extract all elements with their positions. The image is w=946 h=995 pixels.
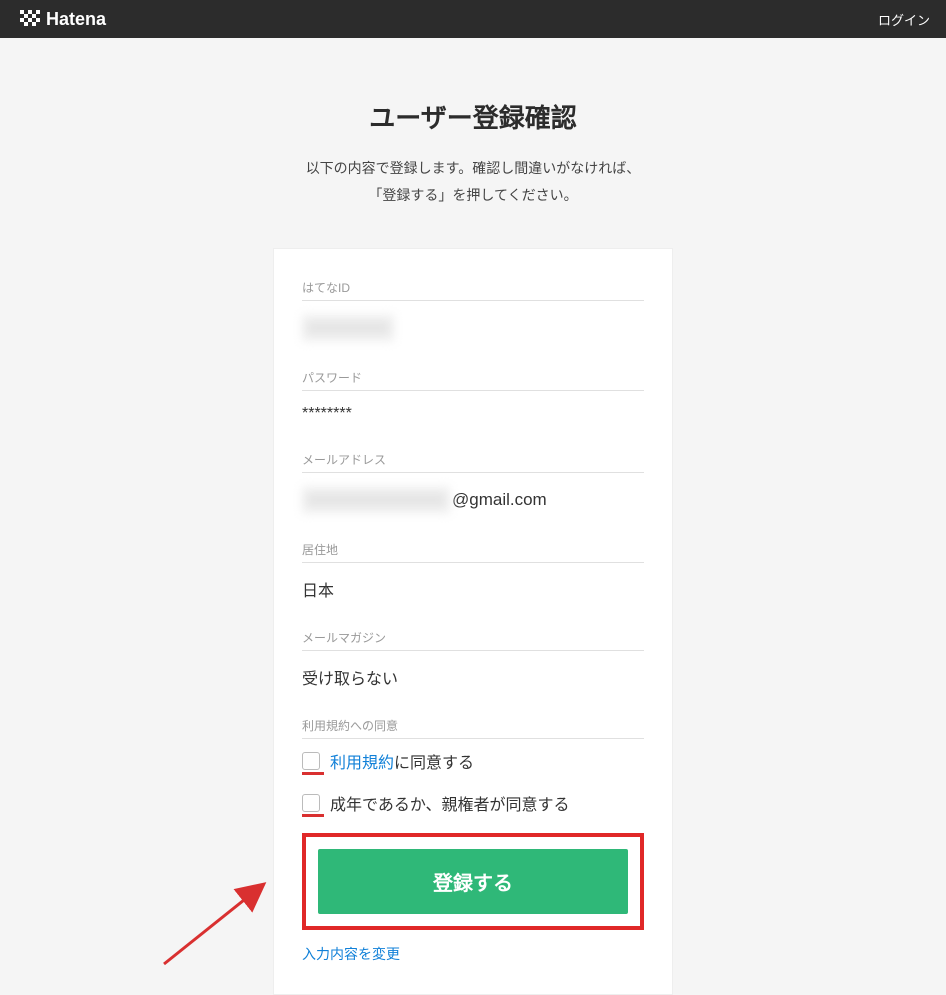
brand-logo[interactable]: Hatena [20,9,106,30]
brand-name: Hatena [46,9,106,30]
login-link[interactable]: ログイン [878,10,930,29]
field-email: メールアドレス xxxxxxxxxxxxxxxxx @gmail.com [302,451,644,517]
terms-checkbox[interactable] [302,752,320,770]
field-label: はてなID [302,279,644,301]
adult-checkbox[interactable] [302,794,320,812]
adult-consent-text: 成年であるか、親権者が同意する [330,791,570,815]
hatena-logo-icon [20,10,40,28]
app-header: Hatena ログイン [0,0,946,38]
field-label: 利用規約への同意 [302,717,644,739]
field-newsletter: メールマガジン 受け取らない [302,629,644,693]
consent-row-adult: 成年であるか、親権者が同意する [302,791,644,815]
edit-link[interactable]: 入力内容を変更 [302,946,400,962]
field-value-password: ******** [302,401,644,427]
subtitle-line-1: 以下の内容で登録します。確認し間違いがなければ、 [0,155,946,182]
terms-link[interactable]: 利用規約 [330,755,394,772]
field-label: 居住地 [302,541,644,563]
field-consent: 利用規約への同意 利用規約に同意する 成年であるか、親権者が同意する [302,717,644,815]
redacted-value: xxxxxxxxxxxxxxxxx [302,487,450,513]
page-content: ユーザー登録確認 以下の内容で登録します。確認し間違いがなければ、 「登録する」… [0,38,946,995]
field-value-email: xxxxxxxxxxxxxxxxx @gmail.com [302,483,644,517]
field-label: メールマガジン [302,629,644,651]
subtitle-line-2: 「登録する」を押してください。 [0,182,946,209]
terms-suffix: に同意する [394,755,474,772]
field-label: パスワード [302,369,644,391]
field-value-hatena-id: xxxxxxxxxx [302,311,644,345]
field-password: パスワード ******** [302,369,644,427]
field-residence: 居住地 日本 [302,541,644,605]
register-button[interactable]: 登録する [318,849,628,914]
page-title: ユーザー登録確認 [0,98,946,135]
redacted-value: xxxxxxxxxx [302,315,394,341]
annotation-arrow-icon [154,864,284,974]
field-value-newsletter: 受け取らない [302,661,644,693]
field-value-residence: 日本 [302,573,644,605]
consent-row-terms: 利用規約に同意する [302,749,644,773]
annotation-underline [302,814,324,817]
annotation-underline [302,772,324,775]
confirmation-card: はてなID xxxxxxxxxx パスワード ******** メールアドレス … [273,248,673,995]
field-label: メールアドレス [302,451,644,473]
page-subtitle: 以下の内容で登録します。確認し間違いがなければ、 「登録する」を押してください。 [0,155,946,208]
email-domain: @gmail.com [452,490,547,510]
annotation-highlight-box: 登録する [302,833,644,930]
field-hatena-id: はてなID xxxxxxxxxx [302,279,644,345]
